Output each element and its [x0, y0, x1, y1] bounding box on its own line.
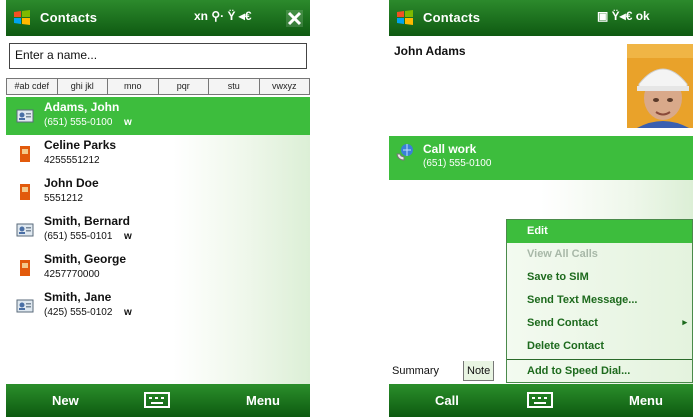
tab-ghijkl[interactable]: ghi jkl	[57, 78, 108, 94]
contact-photo	[627, 44, 693, 128]
person-photo-icon	[627, 44, 693, 128]
call-label: Call work	[423, 142, 477, 156]
contact-number-type: w	[124, 117, 132, 128]
list-item[interactable]: John Doe 5551212	[6, 173, 310, 211]
sim-card-icon	[20, 184, 30, 200]
contact-name: John Doe	[44, 176, 99, 190]
softkey-bar: Call Menu	[389, 384, 693, 417]
new-softkey[interactable]: New	[52, 393, 79, 408]
menu-item-send-text-message[interactable]: Send Text Message...	[507, 289, 692, 312]
tab-stu[interactable]: stu	[209, 78, 260, 94]
contact-number: 4255551212	[44, 155, 100, 166]
contact-card-icon	[16, 223, 34, 237]
tab-mno[interactable]: mno	[108, 78, 159, 94]
title-bar: Contacts xn ⚲· Ÿ ◂€	[6, 0, 310, 36]
menu-item-save-to-sim[interactable]: Save to SIM	[507, 266, 692, 289]
submenu-arrow-icon: ▸	[682, 317, 687, 327]
menu-item-delete-contact[interactable]: Delete Contact	[507, 335, 692, 358]
tab-summary[interactable]: Summary	[389, 361, 442, 381]
contact-number: (425) 555-0102	[44, 307, 113, 318]
menu-item-view-all-calls: View All Calls	[527, 248, 598, 260]
tab-abcdef[interactable]: #ab cdef	[6, 78, 58, 94]
contact-number: (651) 555-0100	[44, 117, 113, 128]
close-icon[interactable]	[286, 10, 303, 27]
windows-start-icon[interactable]	[12, 8, 32, 28]
call-number: (651) 555-0100	[423, 158, 492, 169]
keyboard-icon[interactable]	[144, 391, 170, 409]
context-menu: Edit View All Calls Save to SIM Send Tex…	[506, 219, 693, 383]
contact-detail-screen: Contacts ▣ Ÿ◂€ ok John Adams Call work (…	[389, 0, 693, 417]
sim-card-icon	[20, 260, 30, 276]
contacts-list-screen: Contacts xn ⚲· Ÿ ◂€ Enter a name... #ab …	[6, 0, 310, 417]
contact-name: Smith, George	[44, 252, 127, 266]
contact-number: (651) 555-0101	[44, 231, 113, 242]
list-item[interactable]: Adams, John (651) 555-0100 w	[6, 97, 310, 135]
tab-note[interactable]: Note	[463, 361, 495, 381]
contact-number: 5551212	[44, 193, 83, 204]
sim-card-icon	[20, 146, 30, 162]
contact-number: 4257770000	[44, 269, 100, 280]
contact-name: Adams, John	[44, 100, 120, 114]
menu-softkey[interactable]: Menu	[246, 393, 280, 408]
status-tray[interactable]: ▣ Ÿ◂€ ok	[597, 9, 650, 23]
list-item[interactable]: Smith, George 4257770000	[6, 249, 310, 287]
call-work-row[interactable]: Call work (651) 555-0100	[389, 136, 693, 180]
title-bar: Contacts ▣ Ÿ◂€ ok	[389, 0, 693, 36]
status-tray[interactable]: xn ⚲· Ÿ ◂€	[194, 9, 252, 23]
list-item[interactable]: Smith, Bernard (651) 555-0101 w	[6, 211, 310, 249]
windows-start-icon[interactable]	[395, 8, 415, 28]
list-item[interactable]: Smith, Jane (425) 555-0102 w	[6, 287, 310, 325]
contacts-list: Adams, John (651) 555-0100 w Celine Park…	[6, 97, 310, 384]
contact-number-type: w	[124, 307, 132, 318]
menu-item-edit[interactable]: Edit	[507, 220, 692, 243]
tab-vwxyz[interactable]: vwxyz	[259, 78, 310, 94]
keyboard-icon[interactable]	[527, 391, 553, 409]
contact-card-icon	[16, 299, 34, 313]
call-softkey[interactable]: Call	[435, 393, 459, 408]
phone-globe-icon	[396, 144, 413, 161]
menu-item-add-to-speed-dial[interactable]: Add to Speed Dial...	[507, 359, 692, 382]
menu-softkey[interactable]: Menu	[629, 393, 663, 408]
tab-pqr[interactable]: pqr	[158, 78, 209, 94]
contact-number-type: w	[124, 231, 132, 242]
contact-name: Smith, Bernard	[44, 214, 131, 228]
softkey-bar: New Menu	[6, 384, 310, 417]
app-title: Contacts	[40, 10, 98, 25]
contact-card-icon	[16, 109, 34, 123]
list-item[interactable]: Celine Parks 4255551212	[6, 135, 310, 173]
contact-name: John Adams	[394, 44, 466, 58]
contact-name: Celine Parks	[44, 138, 117, 152]
alphabet-tabs: #ab cdef ghi jkl mno pqr stu vwxyz	[6, 78, 310, 95]
detail-tabs: Summary Note	[389, 358, 509, 382]
app-title: Contacts	[423, 10, 481, 25]
search-input[interactable]: Enter a name...	[9, 43, 307, 69]
contact-name: Smith, Jane	[44, 290, 112, 304]
menu-item-send-contact[interactable]: Send Contact ▸	[507, 312, 692, 335]
